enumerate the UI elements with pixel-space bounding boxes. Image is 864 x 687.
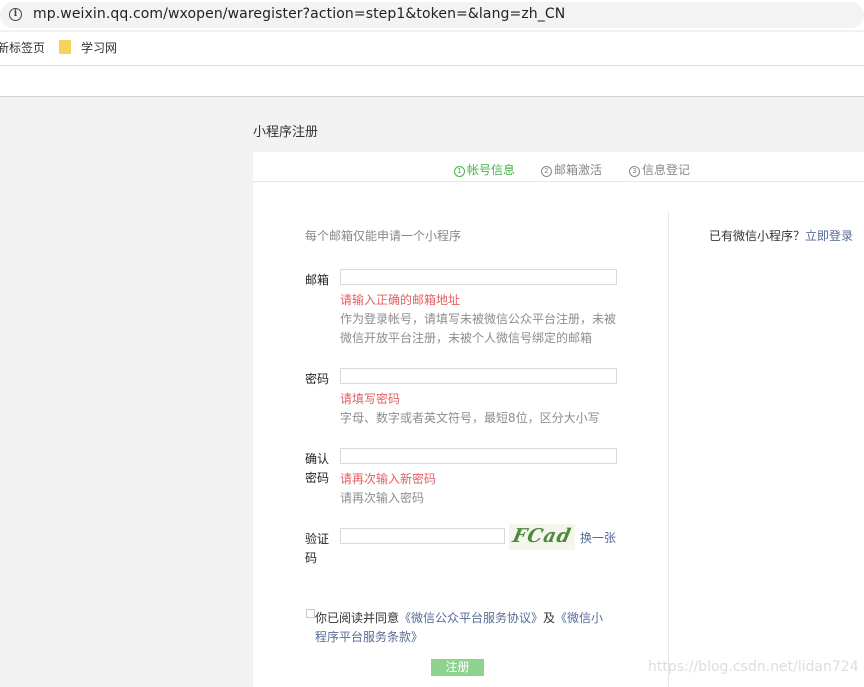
agreement-prefix: 你已阅读并同意	[315, 611, 400, 625]
captcha-field[interactable]	[340, 528, 505, 544]
step-number-icon: 1	[454, 166, 465, 177]
email-field[interactable]	[340, 269, 617, 285]
password-error: 请填写密码	[340, 392, 401, 406]
login-link[interactable]: 立即登录	[805, 229, 853, 243]
folder-icon	[59, 40, 71, 54]
confirm-error: 请再次输入新密码	[340, 472, 437, 486]
step-label: 信息登记	[642, 163, 691, 177]
step-email-activation: 2 邮箱激活	[541, 161, 602, 178]
bookmarks-bar: 新标签页 学习网	[0, 32, 864, 66]
step-number-icon: 3	[629, 166, 640, 177]
site-info-icon[interactable]: i	[9, 8, 22, 21]
email-tip-line2: 微信开放平台注册，未被个人微信号绑定的邮箱	[340, 331, 593, 345]
agreement-text: 你已阅读并同意《微信公众平台服务协议》及《微信小程序平台服务条款》	[315, 609, 615, 647]
captcha-label-line2: 码	[305, 551, 318, 565]
password-tip: 字母、数字或者英文符号，最短8位，区分大小写	[340, 411, 600, 425]
url-text[interactable]: mp.weixin.qq.com/wxopen/waregister?actio…	[33, 6, 565, 22]
register-card: 1 帐号信息 2 邮箱激活 3 信息登记 每个邮箱仅能申请一个小程序 邮箱 请输入正确…	[253, 152, 864, 687]
refresh-captcha-link[interactable]: 换一张	[580, 529, 616, 546]
watermark: https://blog.csdn.net/lidan724	[648, 659, 859, 675]
bookmark-new-tab[interactable]: 新标签页	[0, 39, 45, 56]
agreement-checkbox[interactable]	[306, 609, 315, 618]
confirm-label-line2: 密码	[305, 471, 330, 485]
password-label: 密码	[305, 372, 330, 386]
step-label: 帐号信息	[467, 163, 516, 177]
captcha-label-line1: 验证	[305, 532, 330, 546]
bookmark-study-net[interactable]: 学习网	[81, 39, 117, 56]
page-top-bar	[0, 66, 864, 97]
confirm-password-field[interactable]	[340, 448, 617, 464]
confirm-tip: 请再次输入密码	[340, 491, 425, 505]
step-info-registration: 3 信息登记	[629, 161, 690, 178]
captcha-image[interactable]: FCad	[509, 524, 575, 550]
login-prompt: 已有微信小程序？立即登录	[709, 227, 853, 244]
login-prompt-text: 已有微信小程序？	[709, 229, 806, 243]
step-label: 邮箱激活	[554, 163, 603, 177]
step-indicator: 1 帐号信息 2 邮箱激活 3 信息登记	[253, 152, 864, 182]
address-bar[interactable]: i mp.weixin.qq.com/wxopen/waregister?act…	[0, 0, 864, 30]
service-agreement-link[interactable]: 《微信公众平台服务协议》	[399, 611, 543, 625]
intro-text: 每个邮箱仅能申请一个小程序	[305, 229, 462, 243]
email-label: 邮箱	[305, 273, 330, 287]
page-title: 小程序注册	[253, 125, 319, 140]
email-tip-line1: 作为登录帐号，请填写未被微信公众平台注册，未被	[340, 312, 617, 326]
email-error: 请输入正确的邮箱地址	[340, 293, 461, 307]
captcha-text: FCad	[510, 525, 574, 547]
agreement-and: 及	[543, 611, 556, 625]
confirm-label-line1: 确认	[305, 452, 330, 466]
password-field[interactable]	[340, 368, 617, 384]
register-button[interactable]: 注册	[431, 659, 484, 676]
step-account-info: 1 帐号信息	[454, 161, 515, 178]
vertical-divider	[668, 212, 669, 687]
step-number-icon: 2	[541, 166, 552, 177]
